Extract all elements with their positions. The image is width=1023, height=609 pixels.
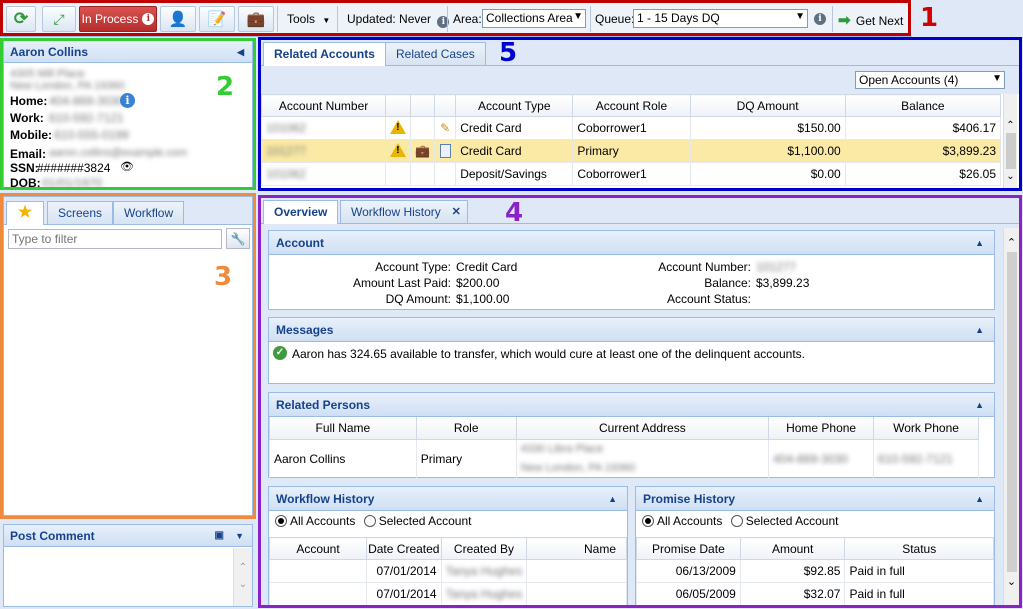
post-comment-header: Post Comment ▣ ▼ xyxy=(4,525,252,547)
region-4-marker: 4 xyxy=(505,198,524,228)
region-3-outline xyxy=(0,193,256,519)
chevron-down-icon[interactable]: ▼ xyxy=(235,525,244,547)
region-4-outline xyxy=(258,195,1022,608)
comment-scrollbar[interactable]: ⌃ ⌄ xyxy=(233,548,252,606)
chevron-down-icon[interactable]: ⌄ xyxy=(234,579,252,590)
region-5-marker: 5 xyxy=(499,38,518,68)
region-1-marker: 1 xyxy=(920,3,939,33)
region-2-outline xyxy=(0,38,256,190)
region-1-outline xyxy=(0,0,911,36)
region-2-marker: 2 xyxy=(216,72,235,102)
region-5-outline xyxy=(258,37,1022,191)
post-comment-panel: Post Comment ▣ ▼ ⌃ ⌄ xyxy=(3,524,253,607)
comment-textarea[interactable] xyxy=(4,548,234,606)
save-icon[interactable]: ▣ xyxy=(215,525,224,547)
post-comment-title: Post Comment xyxy=(10,529,95,543)
region-3-marker: 3 xyxy=(214,262,233,292)
chevron-up-icon[interactable]: ⌃ xyxy=(234,562,252,573)
